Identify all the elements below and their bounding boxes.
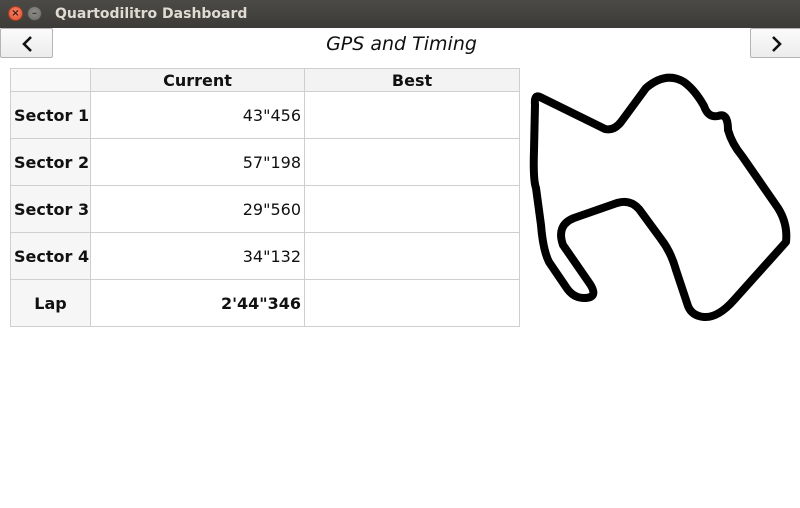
row-header-sector-1: Sector 1 bbox=[10, 91, 91, 139]
track-map bbox=[529, 73, 791, 322]
row-header-lap: Lap bbox=[10, 279, 91, 327]
best-time-sector-3 bbox=[304, 185, 520, 233]
table-row: Lap 2'44"346 bbox=[10, 279, 520, 327]
track-outline bbox=[529, 73, 791, 322]
current-time-sector-4: 34"132 bbox=[90, 232, 305, 280]
chevron-left-icon bbox=[22, 36, 32, 52]
page-title: GPS and Timing bbox=[326, 33, 477, 55]
current-time-sector-3: 29"560 bbox=[90, 185, 305, 233]
minimize-icon: – bbox=[32, 8, 37, 19]
window-title: Quartodilitro Dashboard bbox=[55, 6, 248, 22]
table-header-row: Current Best bbox=[10, 68, 520, 92]
window-minimize-button[interactable]: – bbox=[27, 6, 42, 21]
table-row: Sector 1 43"456 bbox=[10, 91, 520, 139]
window-titlebar: × – Quartodilitro Dashboard bbox=[0, 0, 800, 28]
timing-table: Current Best Sector 1 43"456 Sector 2 57… bbox=[10, 68, 520, 327]
current-time-lap: 2'44"346 bbox=[90, 279, 305, 327]
best-time-lap bbox=[304, 279, 520, 327]
row-header-sector-2: Sector 2 bbox=[10, 138, 91, 186]
column-header-best: Best bbox=[304, 68, 520, 92]
table-row: Sector 3 29"560 bbox=[10, 185, 520, 233]
table-corner bbox=[10, 68, 91, 92]
best-time-sector-4 bbox=[304, 232, 520, 280]
best-time-sector-2 bbox=[304, 138, 520, 186]
current-time-sector-2: 57"198 bbox=[90, 138, 305, 186]
best-time-sector-1 bbox=[304, 91, 520, 139]
table-row: Sector 4 34"132 bbox=[10, 232, 520, 280]
previous-page-button[interactable] bbox=[0, 28, 53, 58]
next-page-button[interactable] bbox=[750, 28, 800, 58]
table-row: Sector 2 57"198 bbox=[10, 138, 520, 186]
current-time-sector-1: 43"456 bbox=[90, 91, 305, 139]
column-header-current: Current bbox=[90, 68, 305, 92]
window-close-button[interactable]: × bbox=[8, 6, 23, 21]
row-header-sector-3: Sector 3 bbox=[10, 185, 91, 233]
close-icon: × bbox=[11, 8, 20, 19]
row-header-sector-4: Sector 4 bbox=[10, 232, 91, 280]
chevron-right-icon bbox=[772, 36, 782, 52]
